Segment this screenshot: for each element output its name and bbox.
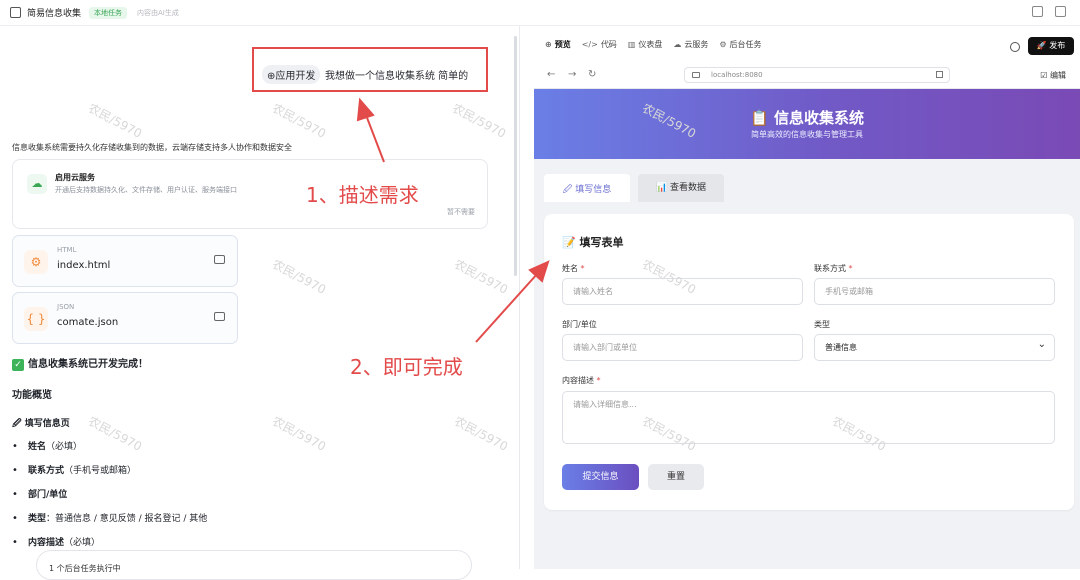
arrow-step2 (475, 260, 550, 343)
annotation-step2: 2、即可完成 (350, 355, 463, 379)
arrow-step1 (356, 97, 385, 163)
annotation-step1: 1、描述需求 (306, 183, 419, 207)
annotation-arrows (356, 97, 550, 343)
